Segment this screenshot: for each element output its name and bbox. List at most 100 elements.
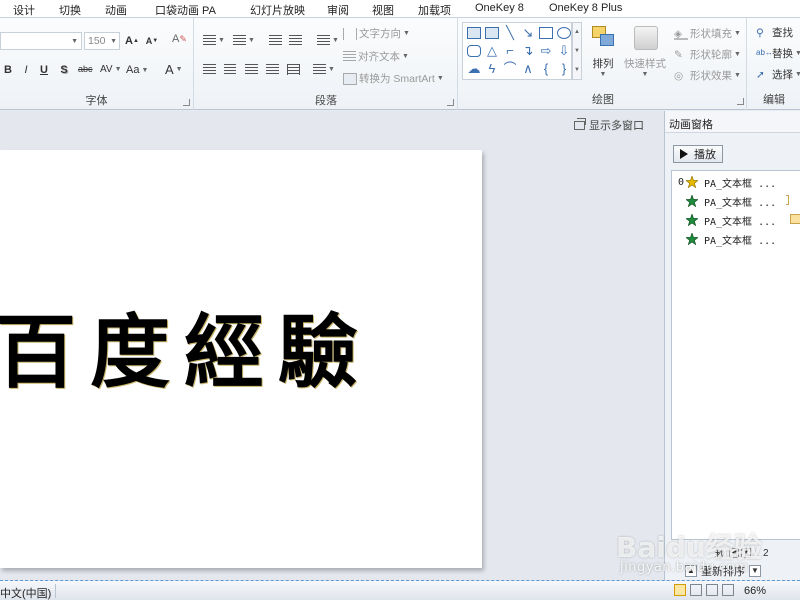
tab-onekey8[interactable]: OneKey 8 (475, 2, 524, 14)
tab-animations[interactable]: 动画 (105, 2, 127, 18)
arrange-button[interactable]: 排列 ▼ (590, 24, 616, 78)
timeline-left-icon[interactable]: ◀ (729, 548, 739, 558)
columns-button[interactable]: ▼ (313, 64, 335, 75)
triangle-shape-icon[interactable]: △ (485, 44, 499, 57)
change-case-button[interactable]: Aa ▼ (126, 64, 148, 76)
normal-view-icon[interactable] (674, 584, 686, 596)
play-button[interactable]: 播放 (673, 145, 723, 163)
zoom-level[interactable]: 66% (744, 585, 766, 597)
arc-shape-icon[interactable]: ⌒ (503, 62, 517, 75)
bullets-icon (203, 35, 216, 46)
tab-view[interactable]: 视图 (372, 2, 394, 18)
bold-button[interactable]: B (0, 62, 16, 78)
show-multi-window-button[interactable]: 显示多窗口 (574, 117, 644, 133)
tab-design[interactable]: 设计 (13, 2, 35, 18)
underline-button[interactable]: U (36, 62, 52, 78)
shrink-font-button[interactable]: A ▼ (144, 33, 160, 49)
animation-item-2[interactable]: PA_文本框 ... (686, 192, 800, 210)
move-down-icon[interactable]: ▼ (749, 565, 761, 577)
animation-list[interactable]: 0 PA_文本框 ... PA_文本框 ... PA_文本框 ... PA_文本… (671, 170, 800, 540)
tab-pocket-animation[interactable]: 口袋动画 PA (155, 2, 216, 18)
arrow-line-shape-icon[interactable]: ↘ (521, 26, 535, 39)
elbow-connector-shape-icon[interactable]: ⌐ (503, 44, 517, 57)
animation-item-3[interactable]: PA_文本框 ... (686, 211, 800, 229)
left-brace-shape-icon[interactable]: { (539, 62, 553, 75)
scribble-shape-icon[interactable]: ϟ (485, 62, 499, 75)
language-indicator[interactable]: 中文(中国) (0, 585, 51, 600)
scroll-down-icon[interactable]: ▼ (574, 48, 580, 54)
shape-outline-button[interactable]: ✎ 形状轮廓 ▼ (674, 47, 741, 62)
bullets-button[interactable]: ▼ (203, 35, 225, 46)
drawing-dialog-launcher-icon[interactable] (737, 98, 744, 105)
justify-button[interactable] (266, 64, 279, 75)
tab-onekey8-plus[interactable]: OneKey 8 Plus (549, 2, 622, 14)
text-direction-button[interactable]: 文字方向 ▼ (343, 26, 410, 41)
decrease-indent-button[interactable] (269, 35, 282, 46)
right-arrow-shape-icon[interactable]: ⇨ (539, 44, 553, 57)
oval-shape-icon[interactable] (557, 27, 571, 39)
numbering-button[interactable]: ▼ (233, 35, 255, 46)
slide-canvas[interactable]: 百度經驗 (0, 150, 482, 568)
align-right-button[interactable] (245, 64, 258, 75)
replace-icon: ab↔ (756, 47, 773, 57)
clear-format-icon[interactable]: A ✎ (172, 33, 187, 45)
reading-view-icon[interactable] (706, 584, 718, 596)
timeline-dropdown-icon[interactable]: ▼ (741, 548, 751, 558)
find-button[interactable]: ⚲ 查找 (756, 25, 793, 40)
font-dialog-launcher-icon[interactable] (183, 99, 190, 106)
slide-title-text[interactable]: 百度經驗 (0, 288, 372, 404)
replace-button[interactable]: ab↔ 替换 ▼ (756, 46, 800, 61)
align-center-button[interactable] (224, 64, 236, 75)
down-arrow-shape-icon[interactable]: ⇩ (557, 44, 571, 57)
slide-sorter-view-icon[interactable] (690, 584, 702, 596)
shapes-gallery[interactable]: ╲ ↘ △ ⌐ ↴ ⇨ ⇩ ☁ ϟ ⌒ ∧ { } (462, 22, 572, 80)
convert-smartart-label: 转换为 SmartArt (359, 73, 435, 85)
tab-review[interactable]: 审阅 (327, 2, 349, 18)
italic-button[interactable]: I (18, 62, 34, 78)
quick-styles-button[interactable]: 快速样式 ▼ (624, 24, 666, 78)
animation-item-4[interactable]: PA_文本框 ... (686, 230, 800, 248)
rectangle-shape-icon[interactable] (539, 27, 553, 39)
more-icon[interactable]: ▼ (574, 67, 580, 73)
font-name-combo[interactable]: ▼ (0, 32, 82, 50)
strikethrough-button[interactable]: abc (78, 64, 93, 74)
tab-addins[interactable]: 加载项 (418, 2, 451, 18)
tab-transitions[interactable]: 切换 (59, 2, 81, 18)
rounded-rect-shape-icon[interactable] (467, 45, 481, 57)
timing-bar[interactable] (786, 195, 789, 205)
slideshow-view-icon[interactable] (722, 584, 734, 596)
curve-shape-icon[interactable]: ∧ (521, 62, 535, 75)
distributed-button[interactable] (287, 64, 300, 75)
font-color-button[interactable]: A ▼ (165, 62, 183, 77)
vertical-text-box-shape-icon[interactable] (485, 27, 499, 39)
timing-bar[interactable] (790, 214, 800, 224)
scroll-up-icon[interactable]: ▲ (574, 29, 580, 35)
select-button[interactable]: ➚ 选择 ▼ (756, 67, 800, 82)
move-up-icon[interactable]: ▲ (685, 565, 697, 577)
line-spacing-button[interactable]: ▼ (317, 35, 339, 46)
font-size-combo[interactable]: 150 ▼ (84, 32, 120, 50)
freeform-shape-icon[interactable]: ☁ (467, 62, 481, 75)
paragraph-dialog-launcher-icon[interactable] (447, 99, 454, 106)
shadow-button[interactable]: S (56, 62, 72, 78)
align-text-label: 对齐文本 (358, 51, 400, 63)
reorder-label: 重新排序 (701, 566, 745, 578)
align-text-button[interactable]: 对齐文本 ▼ (343, 49, 409, 64)
animation-pane: 动画窗格 播放 0 PA_文本框 ... PA_文本框 ... PA_文本框 .… (664, 111, 800, 580)
elbow-arrow-shape-icon[interactable]: ↴ (521, 44, 535, 57)
convert-smartart-button[interactable]: 转换为 SmartArt ▼ (343, 71, 444, 86)
align-left-button[interactable] (203, 64, 216, 75)
shape-fill-button[interactable]: ◈ 形状填充 ▼ (674, 26, 741, 41)
animation-item-1[interactable]: 0 PA_文本框 ... (672, 173, 800, 191)
increase-indent-button[interactable] (289, 35, 302, 46)
grow-font-button[interactable]: A ▲ (124, 33, 140, 49)
animation-item-label: PA_文本框 ... (704, 216, 777, 228)
text-box-shape-icon[interactable] (467, 27, 481, 39)
arrange-dropdown-icon: ▼ (599, 71, 607, 78)
shapes-scroll[interactable]: ▲ ▼ ▼ (572, 22, 582, 80)
char-spacing-button[interactable]: AV ▼ (100, 64, 122, 75)
line-shape-icon[interactable]: ╲ (503, 26, 517, 39)
tab-slideshow[interactable]: 幻灯片放映 (250, 2, 305, 18)
shape-effects-button[interactable]: ◎ 形状效果 ▼ (674, 68, 741, 83)
right-brace-shape-icon[interactable]: } (557, 62, 571, 75)
